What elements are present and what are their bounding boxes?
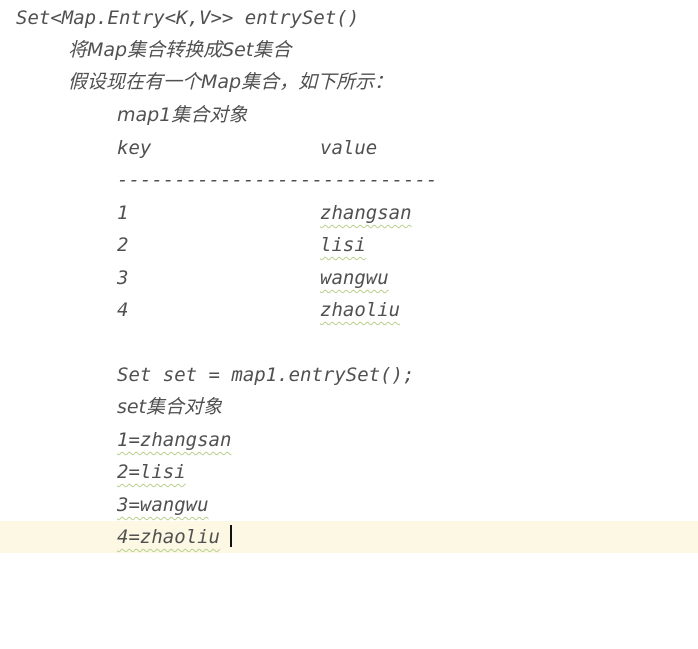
code-text: 2=lisi xyxy=(117,461,186,483)
code-text: 将Map集合转换成Set集合 xyxy=(68,39,292,61)
entry-value: zhangsan xyxy=(320,202,412,224)
code-text: Set<Map.Entry<K,V>> entrySet() xyxy=(16,7,360,29)
key-header: key xyxy=(117,137,152,159)
entry-key: 1 xyxy=(117,202,129,224)
code-line-entry: 2 lisi xyxy=(0,229,698,261)
code-line-signature: Set<Map.Entry<K,V>> entrySet() xyxy=(0,2,698,34)
code-line-set-title: set集合对象 xyxy=(0,391,698,423)
code-line-divider: ---------------------------- xyxy=(0,164,698,196)
entry-value: zhaoliu xyxy=(320,299,401,321)
code-line-map-title: map1集合对象 xyxy=(0,99,698,131)
entry-key: 3 xyxy=(117,267,129,289)
entry-value: wangwu xyxy=(320,267,389,289)
code-line-header: key value xyxy=(0,132,698,164)
code-line-comment: 将Map集合转换成Set集合 xyxy=(0,34,698,66)
entry-value: lisi xyxy=(320,234,366,256)
code-text: 假设现在有一个Map集合，如下所示： xyxy=(68,71,394,93)
code-text: 3=wangwu xyxy=(117,494,209,516)
code-line-entry: 3 wangwu xyxy=(0,262,698,294)
code-line-set-entry: 3=wangwu xyxy=(0,489,698,521)
code-line-comment: 假设现在有一个Map集合，如下所示： xyxy=(0,66,698,98)
code-line-set-entry: 2=lisi xyxy=(0,456,698,488)
code-text: 4=zhaoliu xyxy=(117,526,220,548)
text-caret xyxy=(229,521,232,553)
code-line-statement: Set set = map1.entrySet(); xyxy=(0,359,698,391)
entry-key: 4 xyxy=(117,299,129,321)
code-text: 1=zhangsan xyxy=(117,429,232,451)
code-line-current: 4=zhaoliu xyxy=(0,521,698,553)
value-header: value xyxy=(320,137,378,159)
code-line-entry: 1 zhangsan xyxy=(0,197,698,229)
divider-text: ---------------------------- xyxy=(117,169,438,191)
code-editor[interactable]: Set<Map.Entry<K,V>> entrySet() 将Map集合转换成… xyxy=(0,0,698,560)
entry-key: 2 xyxy=(117,234,129,256)
code-line-entry: 4 zhaoliu xyxy=(0,294,698,326)
code-line-set-entry: 1=zhangsan xyxy=(0,424,698,456)
code-text: Set set = map1.entrySet(); xyxy=(117,364,415,386)
code-text: map1集合对象 xyxy=(117,104,248,126)
code-text: set集合对象 xyxy=(117,396,223,418)
